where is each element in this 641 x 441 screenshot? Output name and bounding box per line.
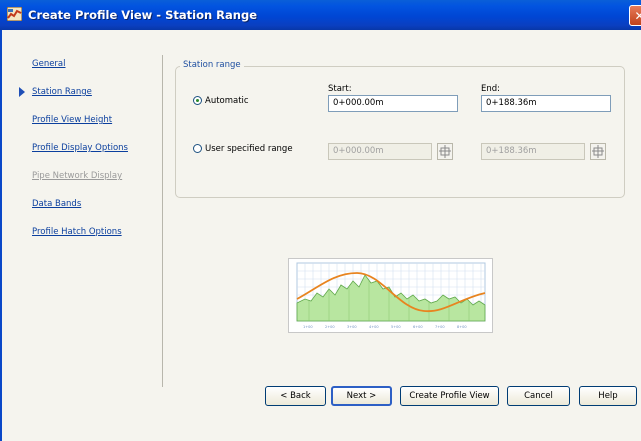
svg-text:4+00: 4+00 [369,325,379,329]
station-range-group-label: Station range [180,60,244,70]
automatic-radio-label[interactable]: Automatic [205,96,249,106]
automatic-start-field[interactable]: 0+000.00m [328,95,458,112]
user-range-radio[interactable] [193,144,202,153]
end-label: End: [481,84,501,94]
nav-item-pipe-network-display: Pipe Network Display [32,171,123,181]
back-button[interactable]: < Back [265,386,326,406]
automatic-radio[interactable] [193,96,202,105]
create-profile-view-button[interactable]: Create Profile View [400,386,499,406]
nav-item-general[interactable]: General [32,59,66,69]
help-button[interactable]: Help [579,386,637,406]
window-title: Create Profile View - Station Range [28,8,257,22]
close-icon[interactable]: ✕ [629,5,641,26]
start-label: Start: [328,84,352,94]
svg-text:6+00: 6+00 [413,325,423,329]
nav-item-profile-hatch-options[interactable]: Profile Hatch Options [32,227,122,237]
nav-item-station-range[interactable]: Station Range [32,87,92,97]
nav-divider [162,55,163,387]
svg-text:3+00: 3+00 [347,325,357,329]
current-page-arrow-icon [19,87,25,97]
svg-text:1+00: 1+00 [303,325,313,329]
pick-start-station-icon [437,143,453,160]
svg-text:7+00: 7+00 [435,325,445,329]
nav-item-data-bands[interactable]: Data Bands [32,199,81,209]
user-range-radio-label[interactable]: User specified range [205,144,293,154]
profile-view-icon [7,7,22,21]
pick-end-station-icon [590,143,606,160]
profile-view-preview-image: 1+00 2+00 3+00 4+00 5+00 6+00 7+00 8+00 [288,258,493,333]
svg-text:5+00: 5+00 [391,325,401,329]
automatic-end-field[interactable]: 0+188.36m [481,95,611,112]
cancel-button[interactable]: Cancel [507,386,570,406]
user-start-field: 0+000.00m [328,143,432,160]
next-button[interactable]: Next > [331,386,392,406]
user-end-field: 0+188.36m [481,143,585,160]
title-bar: Create Profile View - Station Range ✕ [0,0,641,30]
svg-text:2+00: 2+00 [325,325,335,329]
nav-item-profile-display-options[interactable]: Profile Display Options [32,143,128,153]
station-range-group [175,66,625,198]
nav-item-profile-view-height[interactable]: Profile View Height [32,115,112,125]
svg-text:8+00: 8+00 [457,325,467,329]
